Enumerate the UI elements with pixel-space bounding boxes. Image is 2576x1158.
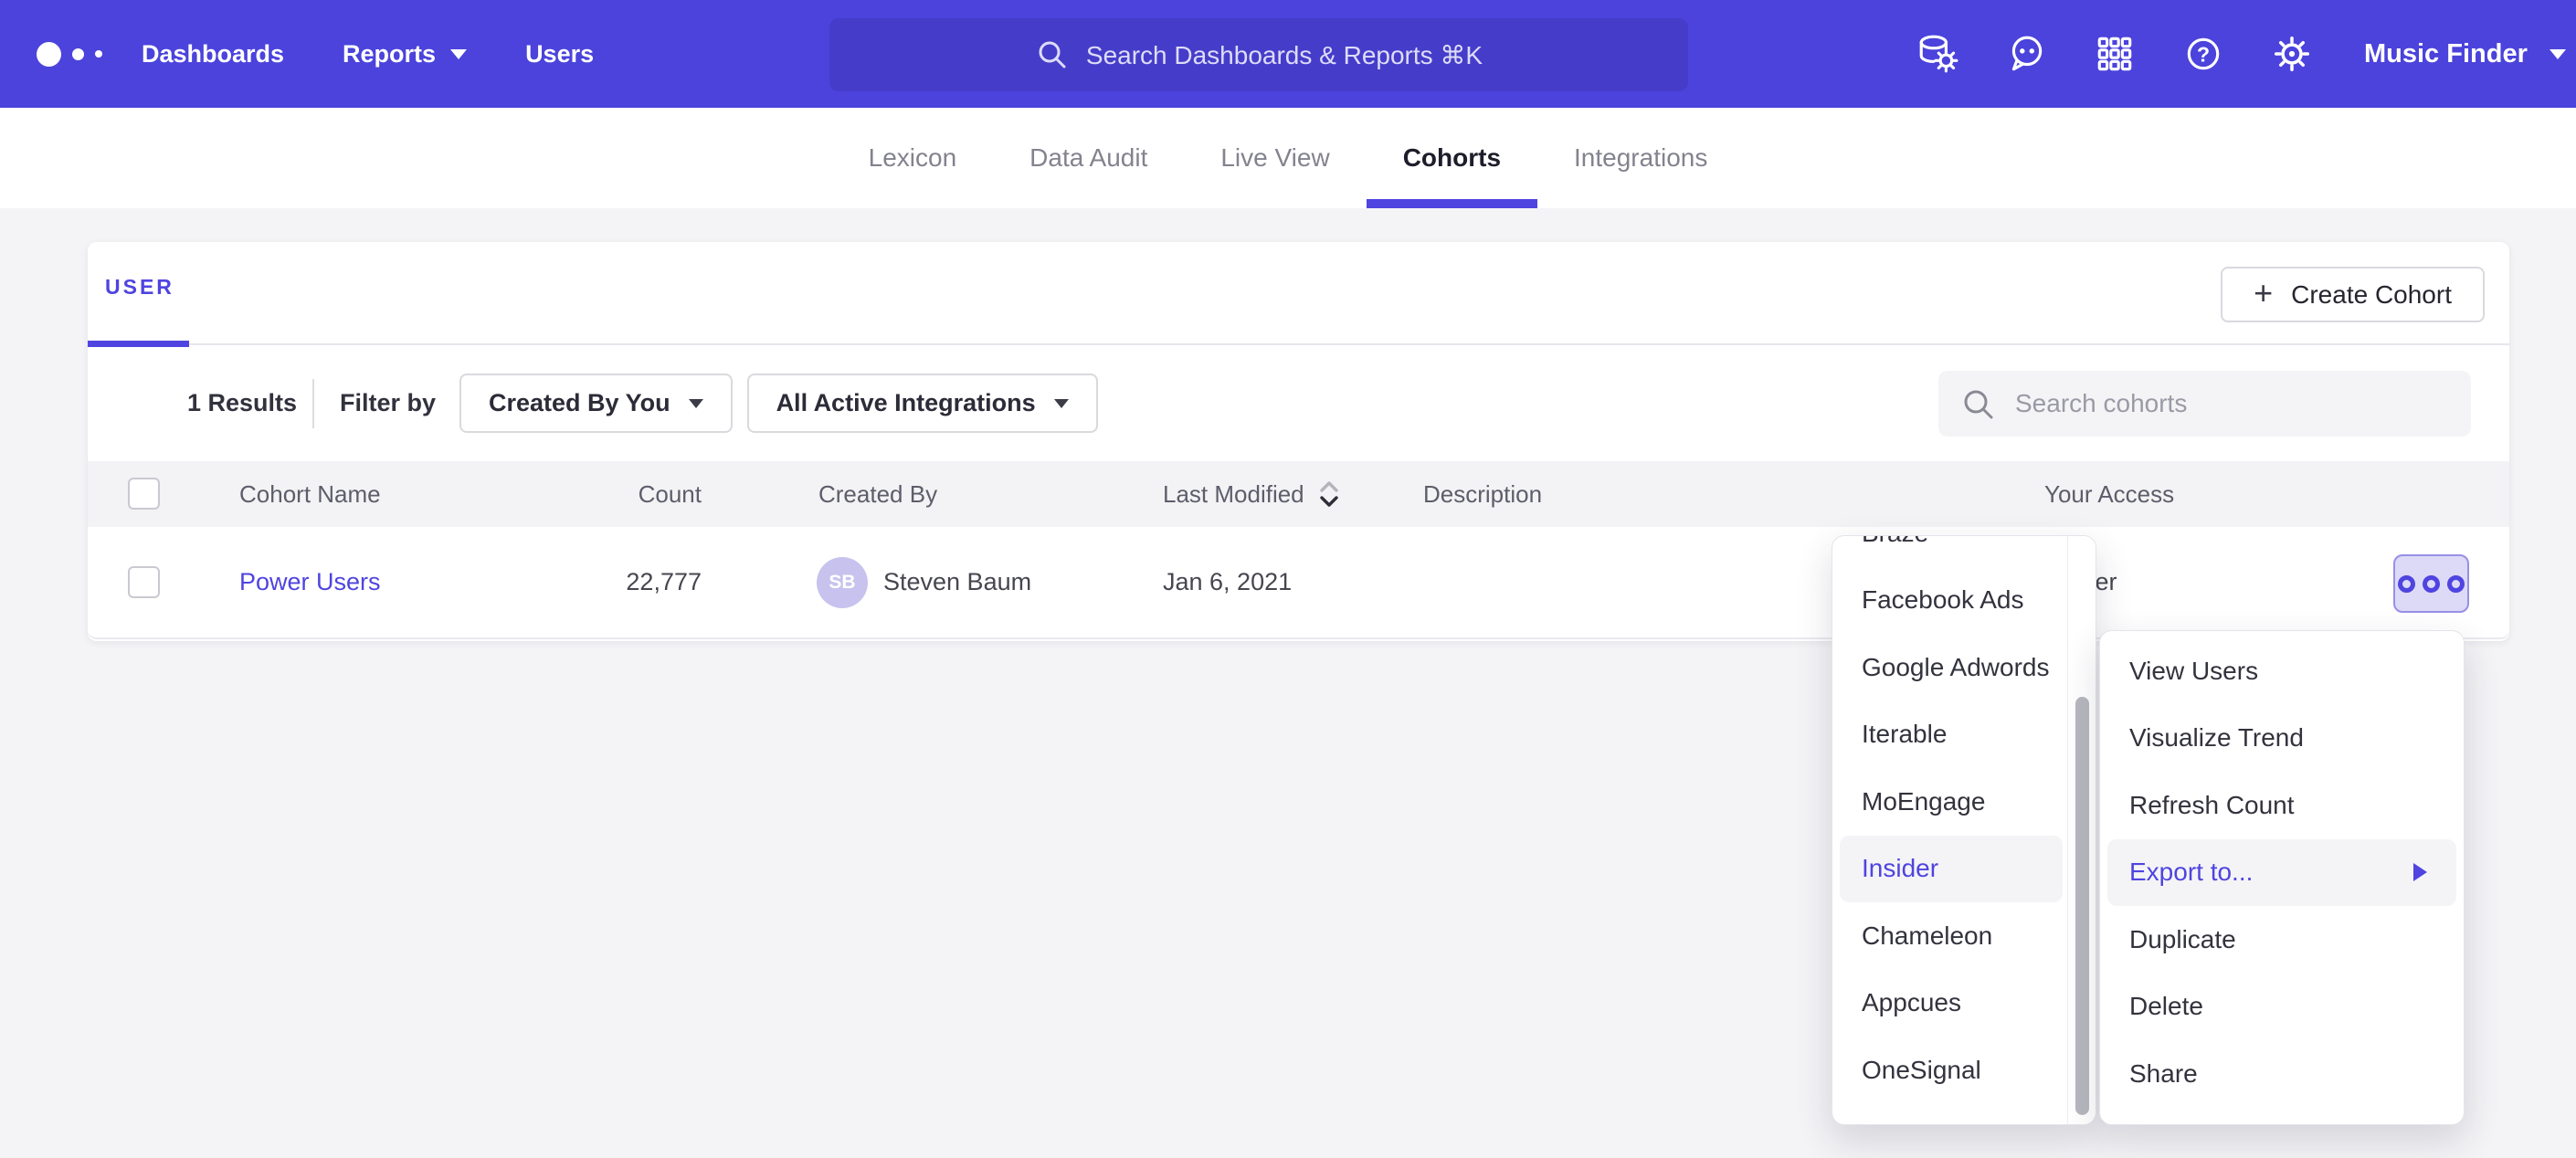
context-menu-item[interactable]: Export to...	[2107, 839, 2456, 907]
cohort-type-tabs: USER + Create Cohort	[88, 242, 2509, 345]
search-icon	[1035, 37, 1070, 72]
mixpanel-logo-icon[interactable]	[37, 0, 102, 108]
column-header-description[interactable]: Description	[1423, 461, 1542, 527]
nav-item[interactable]: Dashboards	[142, 40, 284, 68]
svg-text:?: ?	[2197, 42, 2210, 66]
submenu-item[interactable]: Chameleon	[1840, 902, 2063, 970]
tab-user[interactable]: USER	[88, 242, 189, 345]
submenu-item[interactable]: Braze	[1840, 535, 2063, 567]
section-tab[interactable]: Live View	[1184, 108, 1366, 208]
filter-dropdown-button[interactable]: All Active Integrations	[747, 374, 1098, 433]
scrollbar-thumb[interactable]	[2075, 697, 2089, 1115]
table-row: Power Users 22,777 SB Steven Baum Jan 6,…	[88, 527, 2509, 639]
data-settings-icon[interactable]	[1916, 33, 1958, 75]
context-menu-item[interactable]: Duplicate	[2107, 906, 2456, 974]
submenu-item[interactable]: Insider	[1840, 836, 2063, 903]
cohorts-card: USER + Create Cohort 1 Results Filter by…	[88, 242, 2509, 641]
create-cohort-button[interactable]: + Create Cohort	[2221, 267, 2485, 322]
navbar-icon-group: ?	[1916, 0, 2313, 108]
divider	[312, 379, 314, 428]
context-menu-item[interactable]: Share	[2107, 1040, 2456, 1108]
filter-dropdown-button[interactable]: Created By You	[459, 374, 733, 433]
top-navbar: Dashboards Reports Users Search Dashboar…	[0, 0, 2576, 108]
context-menu-item[interactable]: View Users	[2107, 637, 2456, 705]
caret-down-icon	[1054, 399, 1069, 408]
feedback-icon[interactable]	[2005, 33, 2047, 75]
cohorts-page: Dashboards Reports Users Search Dashboar…	[0, 0, 2576, 1158]
column-header-cohort-name[interactable]: Cohort Name	[239, 461, 381, 527]
cohort-search-input[interactable]	[1938, 371, 2471, 437]
row-actions-button[interactable]	[2393, 554, 2469, 613]
sort-icon	[1317, 478, 1341, 511]
created-by-name: Steven Baum	[883, 527, 1031, 637]
submenu-item[interactable]: OneSignal	[1840, 1037, 2063, 1104]
column-header-count[interactable]: Count	[563, 461, 702, 527]
nav-item[interactable]: Reports	[343, 40, 467, 68]
plus-icon: +	[2254, 277, 2273, 310]
submenu-item[interactable]: Appcues	[1840, 970, 2063, 1037]
project-switcher[interactable]: Music Finder	[2364, 0, 2566, 108]
column-header-last-modified[interactable]: Last Modified	[1163, 461, 1341, 527]
context-menu-item[interactable]: Refresh Count	[2107, 772, 2456, 839]
submenu-item[interactable]: Google Adwords	[1840, 634, 2063, 701]
section-tabbar: Lexicon Data Audit Live View Cohorts Int…	[0, 108, 2576, 208]
context-menu-item[interactable]: Visualize Trend	[2107, 705, 2456, 773]
results-count: 1 Results	[187, 345, 297, 461]
section-tab[interactable]: Lexicon	[832, 108, 994, 208]
submenu-arrow-icon	[2413, 863, 2427, 881]
filter-toolbar: 1 Results Filter by Created By You All A…	[88, 345, 2509, 461]
select-all-checkbox[interactable]	[128, 478, 160, 510]
caret-down-icon	[2550, 49, 2566, 59]
filter-by-label: Filter by	[340, 345, 436, 461]
cohort-count: 22,777	[563, 527, 702, 637]
nav-item[interactable]: Users	[525, 40, 594, 68]
section-tab[interactable]: Integrations	[1537, 108, 1744, 208]
primary-nav: Dashboards Reports Users	[142, 0, 594, 108]
scrollbar-track[interactable]	[2067, 536, 2096, 1124]
row-checkbox[interactable]	[128, 566, 160, 598]
section-tab[interactable]: Cohorts	[1367, 108, 1537, 208]
avatar: SB	[817, 557, 868, 608]
cohort-name-link[interactable]: Power Users	[239, 527, 381, 637]
export-to-submenu: Braze Facebook Ads Google Adwords Iterab…	[1832, 535, 2096, 1125]
apps-grid-icon[interactable]	[2094, 33, 2136, 75]
help-icon[interactable]: ?	[2182, 33, 2224, 75]
caret-down-icon	[689, 399, 703, 408]
search-icon	[1960, 386, 1997, 423]
column-header-your-access[interactable]: Your Access	[2044, 461, 2174, 527]
caret-down-icon	[450, 49, 467, 59]
settings-gear-icon[interactable]	[2271, 33, 2313, 75]
row-context-menu: View Users Visualize Trend Refresh Count…	[2099, 630, 2465, 1125]
submenu-item[interactable]: Facebook Ads	[1840, 567, 2063, 635]
section-tab[interactable]: Data Audit	[993, 108, 1184, 208]
context-menu-item[interactable]: Delete	[2107, 974, 2456, 1041]
column-header-created-by[interactable]: Created By	[818, 461, 937, 527]
cohort-search	[1938, 371, 2471, 437]
last-modified-date: Jan 6, 2021	[1163, 527, 1292, 637]
submenu-item[interactable]: Iterable	[1840, 701, 2063, 769]
global-search-input[interactable]: Search Dashboards & Reports ⌘K	[829, 18, 1688, 91]
dots-icon	[2398, 575, 2415, 593]
submenu-item[interactable]: MoEngage	[1840, 768, 2063, 836]
table-header-row: Cohort Name Count Created By Last Modifi…	[88, 461, 2509, 527]
project-name: Music Finder	[2364, 39, 2528, 69]
